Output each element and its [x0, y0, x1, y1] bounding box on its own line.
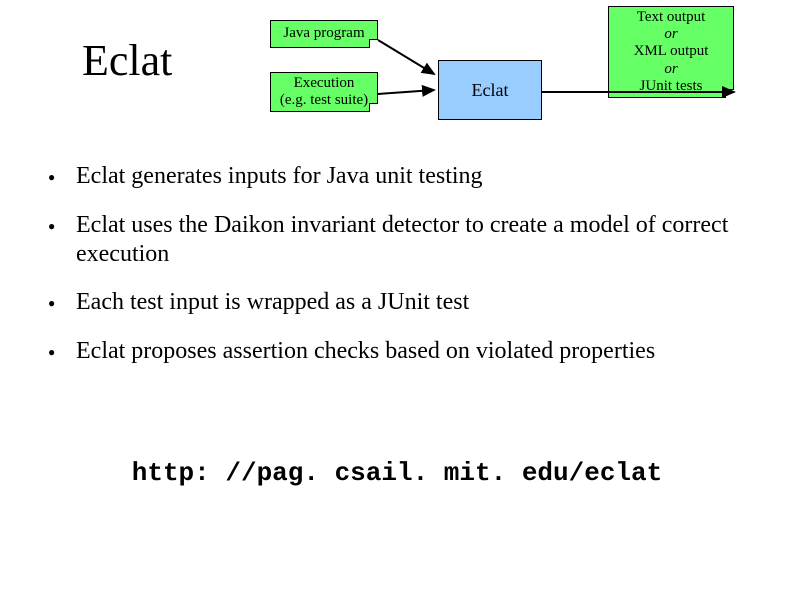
list-item: Eclat generates inputs for Java unit tes… [48, 162, 748, 191]
bullet-text: Each test input is wrapped as a JUnit te… [76, 289, 469, 315]
arrow-exec-to-eclat [378, 80, 440, 100]
box-eclat-label: Eclat [472, 80, 509, 101]
output-line2: XML output [634, 43, 709, 60]
arrow-java-to-eclat [378, 40, 440, 78]
box-eclat: Eclat [438, 60, 542, 120]
output-or2: or [664, 61, 677, 78]
box-exec-line2: (e.g. test suite) [280, 92, 368, 109]
output-line1: Text output [637, 9, 706, 26]
url-text: http: //pag. csail. mit. edu/eclat [0, 458, 794, 488]
list-item: Eclat uses the Daikon invariant detector… [48, 211, 748, 269]
diagram: Java program Execution (e.g. test suite)… [260, 20, 770, 140]
list-item: Eclat proposes assertion checks based on… [48, 337, 748, 366]
bullet-text: Eclat generates inputs for Java unit tes… [76, 163, 483, 189]
list-item: Each test input is wrapped as a JUnit te… [48, 288, 748, 317]
slide: Eclat Java program Execution (e.g. test … [0, 0, 794, 595]
box-output: Text output or XML output or JUnit tests [608, 6, 734, 98]
bullet-text: Eclat uses the Daikon invariant detector… [76, 212, 728, 267]
slide-title: Eclat [82, 35, 172, 86]
box-java-program: Java program [270, 20, 378, 48]
box-exec-line1: Execution [294, 75, 355, 92]
box-execution: Execution (e.g. test suite) [270, 72, 378, 112]
bullet-list: Eclat generates inputs for Java unit tes… [48, 162, 748, 386]
arrow-eclat-to-output [542, 86, 742, 106]
box-java-label: Java program [283, 25, 364, 42]
output-or1: or [664, 26, 677, 43]
bullet-text: Eclat proposes assertion checks based on… [76, 338, 655, 364]
